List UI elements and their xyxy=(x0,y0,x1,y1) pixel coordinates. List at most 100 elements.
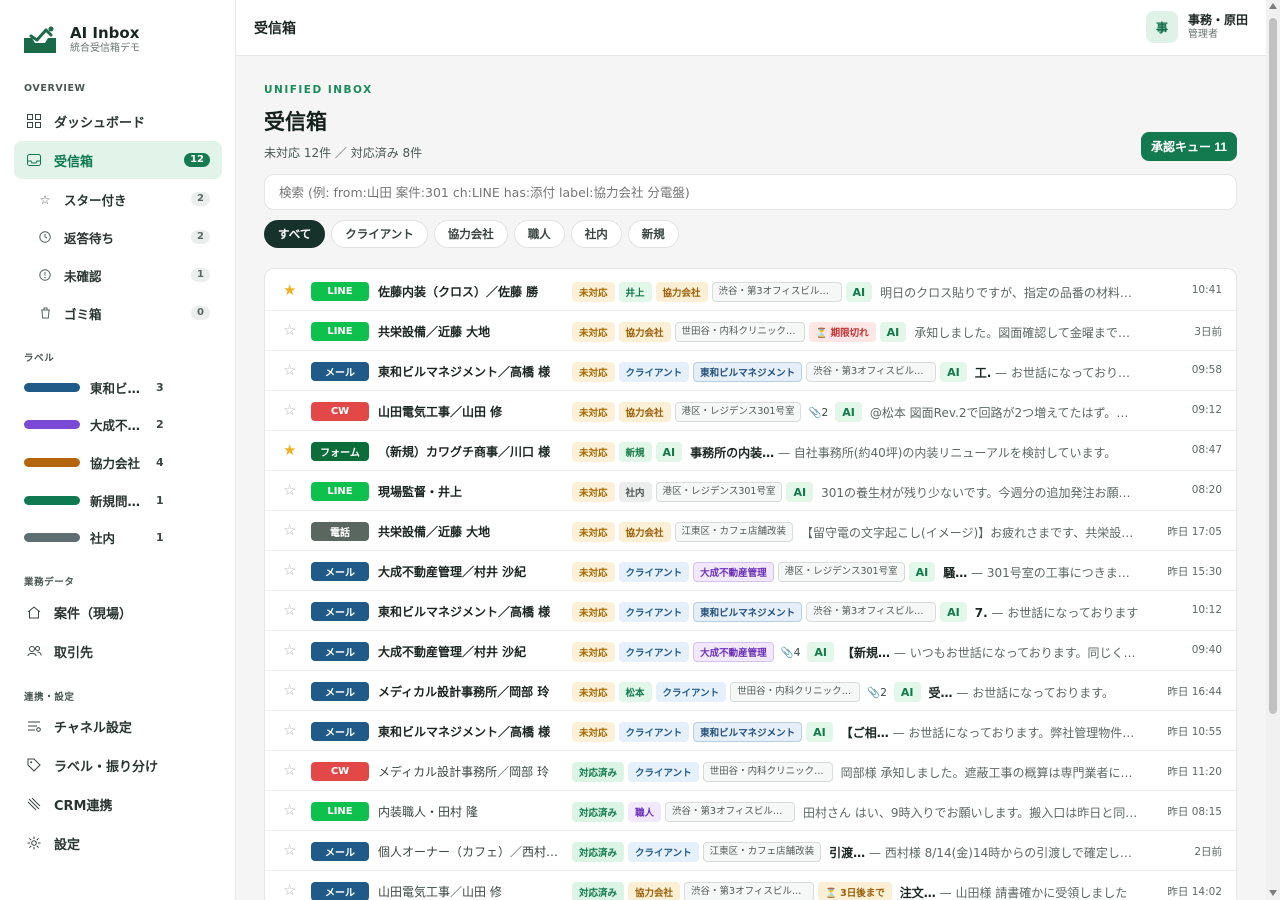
message-row[interactable]: ☆ メール 山田電気工事／山田 修 対応済み 協力会社 渋谷・第3オフィスビル改修 ⏳ 3日… xyxy=(265,871,1236,900)
star-outline-icon[interactable]: ☆ xyxy=(283,482,296,498)
channel-badge: メール xyxy=(311,842,369,861)
star-outline-icon[interactable]: ☆ xyxy=(283,362,296,378)
tag-site: 港区・レジデンス301号室 xyxy=(655,482,783,502)
nav-inbox[interactable]: 受信箱 12 xyxy=(14,141,222,179)
tag-done: 対応済み xyxy=(572,842,625,862)
star-outline-icon[interactable]: ☆ xyxy=(283,722,296,738)
star-outline-icon[interactable]: ☆ xyxy=(283,522,296,538)
message-row[interactable]: ☆ CW 山田電気工事／山田 修 未対応 協力会社 港区・レジデンス301号室 📎2 AI @松… xyxy=(265,391,1236,431)
approval-queue-button[interactable]: 承認キュー 11 xyxy=(1141,132,1237,161)
nav-projects[interactable]: 案件（現場） xyxy=(14,593,222,631)
scroll-down-icon[interactable] xyxy=(1269,890,1277,896)
message-row[interactable]: ☆ メール メディカル設計事務所／岡部 玲 未対応 松本 クライアント 世田谷・内科クリニッ… xyxy=(265,671,1236,711)
sidebar-label-item[interactable]: 大成不動産管理 2 xyxy=(24,414,214,434)
message-subject: 注文… xyxy=(899,885,936,900)
message-row[interactable]: ☆ 電話 共栄設備／近藤 大地 未対応 協力会社 江東区・カフェ店舗改装 【留守電の文字起こ… xyxy=(265,511,1236,551)
brand[interactable]: AI Inbox 統合受信箱デモ xyxy=(22,24,140,56)
scroll-up-icon[interactable] xyxy=(1269,3,1277,9)
label-color-swatch xyxy=(24,457,80,467)
star-outline-icon[interactable]: ☆ xyxy=(283,762,296,778)
message-row[interactable]: ☆ LINE 内装職人・田村 隆 対応済み 職人 渋谷・第3オフィスビル改修 田村さん はい… xyxy=(265,791,1236,831)
tag-group: 未対応 井上 協力会社 渋谷・第3オフィスビル改修 AI 明日のクロス貼りですが、指定の品… xyxy=(572,282,1140,302)
message-row[interactable]: ☆ LINE 共栄設備／近藤 大地 未対応 協力会社 世田谷・内科クリニック改装 ⏳ 期限切… xyxy=(265,311,1236,351)
message-preview: 承知しました。図面確認して金曜までに返答します xyxy=(910,324,1140,341)
nav-trash[interactable]: ゴミ箱 0 xyxy=(26,296,222,330)
nav-crm[interactable]: CRM連携 xyxy=(14,785,222,823)
channel-badge: メール xyxy=(311,562,369,581)
ai-badge: AI xyxy=(806,722,833,742)
tag-pend: 未対応 xyxy=(572,682,615,702)
star-outline-icon[interactable]: ☆ xyxy=(283,402,296,418)
sender-name: 個人オーナー（カフェ）／西村 様 xyxy=(378,845,560,859)
filter-chip[interactable]: 協力会社 xyxy=(433,220,508,248)
tag-group: 未対応 新規 AI 事務所の内装… — 自社事務所(約40坪)の内装リニューアルを検討… xyxy=(572,442,1140,462)
tag-site: 渋谷・第3オフィスビル改修 xyxy=(684,882,815,900)
message-time: 09:40 xyxy=(1191,644,1222,656)
nav-settings[interactable]: 設定 xyxy=(14,824,222,862)
search-input[interactable] xyxy=(264,174,1237,210)
nav-unconfirmed[interactable]: 未確認 1 xyxy=(26,258,222,292)
star-outline-icon[interactable]: ☆ xyxy=(283,682,296,698)
ai-badge: AI xyxy=(786,482,814,502)
user-menu[interactable]: 事 事務・原田 管理者 xyxy=(1145,11,1248,43)
tag-tw: 東和ビルマネジメント xyxy=(693,722,803,742)
nav-starred[interactable]: ☆ スター付き 2 xyxy=(26,182,222,216)
nav-channels[interactable]: チャネル設定 xyxy=(14,707,222,745)
message-row[interactable]: ☆ メール 大成不動産管理／村井 沙紀 未対応 クライアント 大成不動産管理 港区・レジデン… xyxy=(265,551,1236,591)
tag-done: 対応済み xyxy=(572,882,625,900)
star-outline-icon[interactable]: ☆ xyxy=(283,882,296,898)
gear-icon xyxy=(26,835,42,851)
star-filled-icon[interactable]: ★ xyxy=(283,282,296,298)
star-outline-icon[interactable]: ☆ xyxy=(283,842,296,858)
label-name: 社内 xyxy=(90,530,116,546)
label-name: 大成不動産管理 xyxy=(90,417,146,433)
message-row[interactable]: ☆ CW メディカル設計事務所／岡部 玲 対応済み クライアント 世田谷・内科クリニック改… xyxy=(265,751,1236,791)
message-row[interactable]: ☆ LINE 現場監督・井上 未対応 社内 港区・レジデンス301号室 AI 301の養生材が… xyxy=(265,471,1236,511)
scroll-thumb[interactable] xyxy=(1269,18,1277,714)
star-outline-icon[interactable]: ☆ xyxy=(283,802,296,818)
channel-badge: メール xyxy=(311,882,369,900)
tag-site: 世田谷・内科クリニック改装 xyxy=(702,762,833,782)
filter-chip[interactable]: すべて xyxy=(264,220,326,248)
label-count: 2 xyxy=(156,417,164,431)
message-subject: 受… xyxy=(928,685,953,700)
star-outline-icon[interactable]: ☆ xyxy=(283,562,296,578)
filter-chip[interactable]: クライアント xyxy=(331,220,428,248)
sidebar-label-item[interactable]: 協力会社 4 xyxy=(24,452,214,472)
message-preview: 7. — お世話になっております xyxy=(971,604,1139,621)
star-outline-icon[interactable]: ☆ xyxy=(283,602,296,618)
filter-chip[interactable]: 職人 xyxy=(513,220,565,248)
filter-chips: すべて クライアント 協力会社 職人 社内 新規 xyxy=(264,220,679,248)
sidebar-label-item[interactable]: 社内 1 xyxy=(24,527,214,547)
nav-clients-label: 取引先 xyxy=(54,645,94,661)
message-row[interactable]: ★ LINE 佐藤内装（クロス）／佐藤 勝 未対応 井上 協力会社 渋谷・第3オフィスビル改… xyxy=(265,271,1236,311)
nav-label-routing[interactable]: ラベル・振り分け xyxy=(14,746,222,784)
message-row[interactable]: ★ フォーム （新規）カワグチ商事／川口 様未対応 新規 AI 事務所の内装… — 自社事… xyxy=(265,431,1236,471)
message-row[interactable]: ☆ メール 大成不動産管理／村井 沙紀 未対応 クライアント 大成不動産管理 📎4 AI 【新規… xyxy=(265,631,1236,671)
message-row[interactable]: ☆ メール 東和ビルマネジメント／高橋 様 未対応 クライアント 東和ビルマネジメント AI… xyxy=(265,711,1236,751)
star-outline-icon[interactable]: ☆ xyxy=(283,642,296,658)
tag-group: 未対応 クライアント 大成不動産管理 📎4 AI 【新規… — いつもお世話になっておりま… xyxy=(572,642,1140,662)
star-outline-icon[interactable]: ☆ xyxy=(283,322,296,338)
nav-dashboard[interactable]: ダッシュボード xyxy=(14,102,222,140)
message-time: 昨日 08:15 xyxy=(1167,806,1222,818)
message-subject: 【新規… xyxy=(842,645,891,660)
tag-partner: 協力会社 xyxy=(618,402,671,422)
channel-badge: メール xyxy=(311,602,369,621)
message-row[interactable]: ☆ メール 東和ビルマネジメント／高橋 様 未対応 クライアント 東和ビルマネジメント 渋谷… xyxy=(265,591,1236,631)
tag-pend: 未対応 xyxy=(572,522,615,542)
filter-chip[interactable]: 社内 xyxy=(570,220,622,248)
message-row[interactable]: ☆ メール 東和ビルマネジメント／高橋 様 未対応 クライアント 東和ビルマネジメント 渋谷… xyxy=(265,351,1236,391)
nav-trash-label: ゴミ箱 xyxy=(64,306,102,322)
nav-inbox-label: 受信箱 xyxy=(54,154,94,170)
filter-chip[interactable]: 新規 xyxy=(627,220,679,248)
page-scrollbar[interactable] xyxy=(1266,0,1280,900)
nav-clients[interactable]: 取引先 xyxy=(14,632,222,670)
sidebar-label-item[interactable]: 東和ビルマネジメント 3 xyxy=(24,377,214,397)
nav-awaiting[interactable]: 返答待ち 2 xyxy=(26,220,222,254)
message-row[interactable]: ☆ メール 個人オーナー（カフェ）／西村 様対応済み クライアント 江東区・カフェ店舗改… xyxy=(265,831,1236,871)
star-filled-icon[interactable]: ★ xyxy=(283,442,296,458)
message-time: 昨日 14:02 xyxy=(1167,886,1222,898)
tag-site: 渋谷・第3オフィスビル改修 xyxy=(665,802,796,822)
sidebar-label-item[interactable]: 新規問い合わせ 1 xyxy=(24,490,214,510)
